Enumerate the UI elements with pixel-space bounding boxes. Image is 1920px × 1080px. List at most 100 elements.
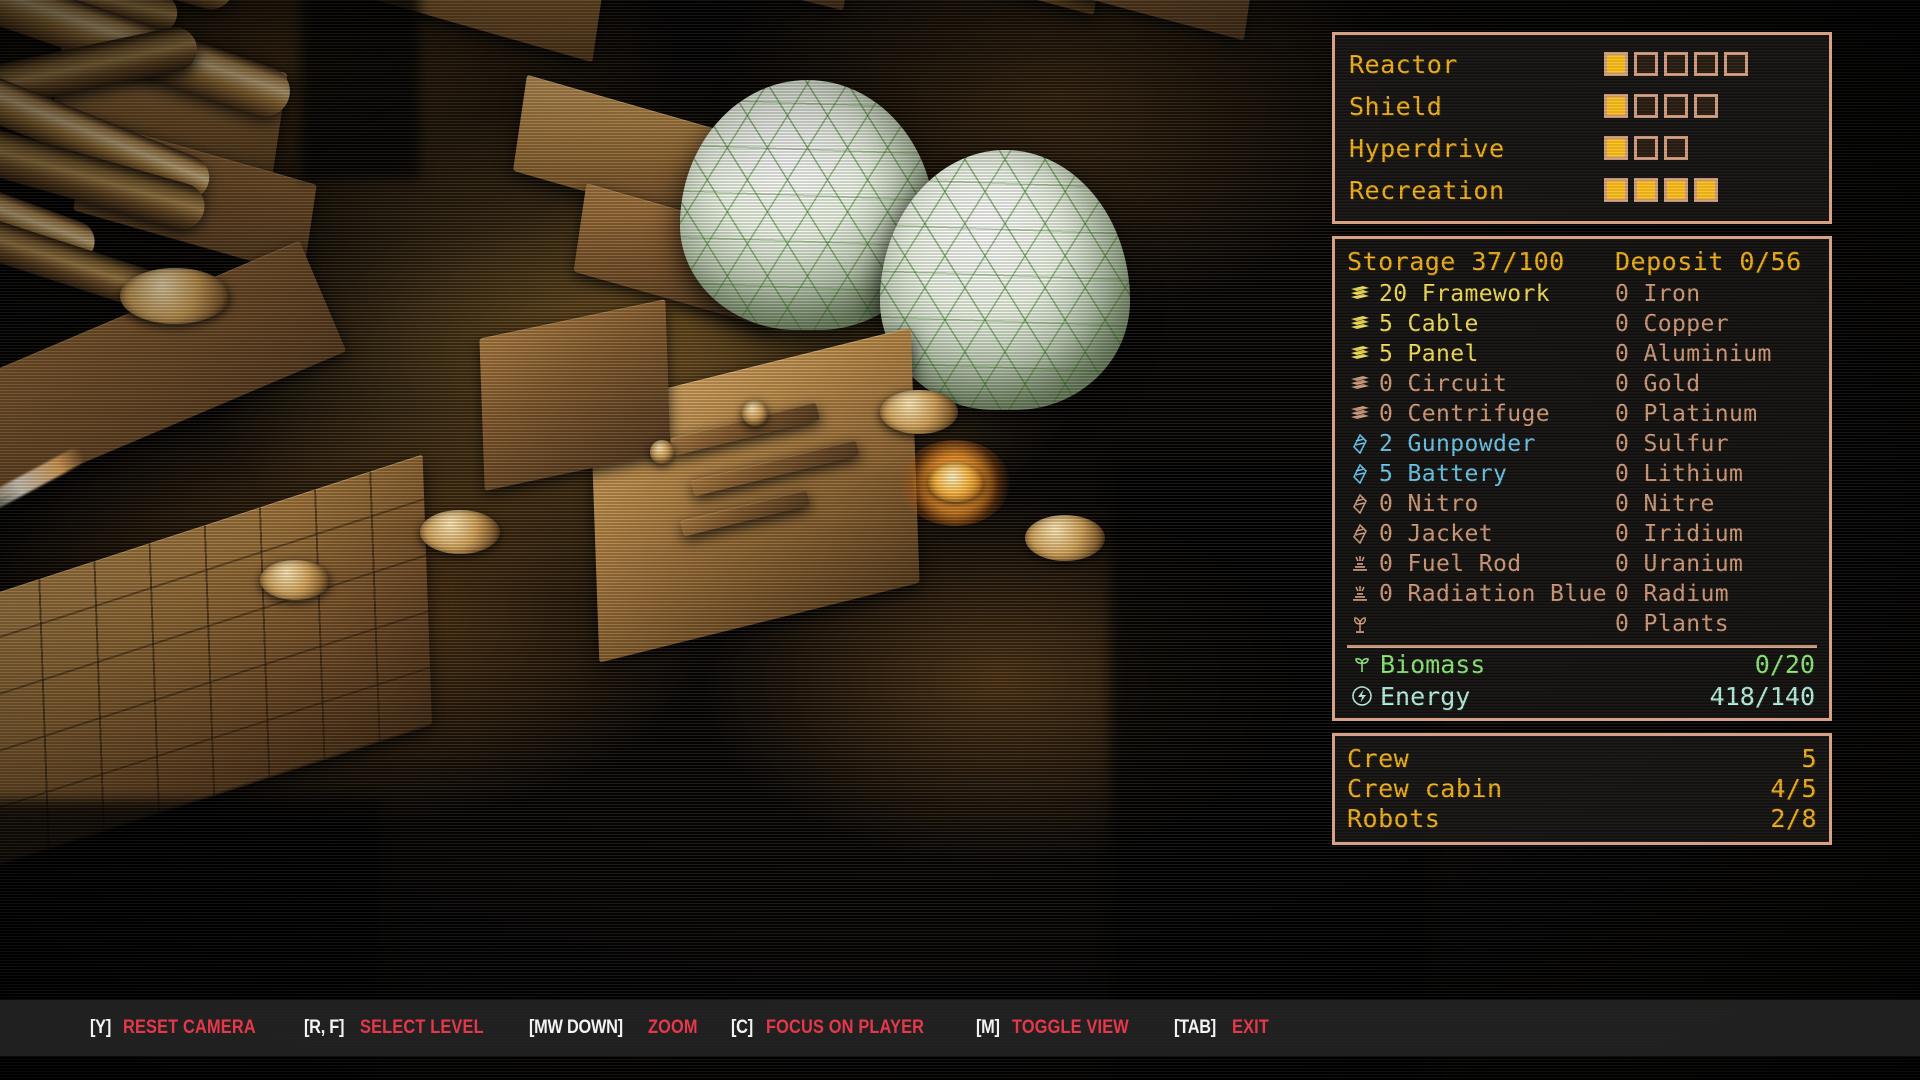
- deposit-item-label: 0 Copper: [1615, 311, 1729, 337]
- pip: [1634, 94, 1658, 118]
- crystal-icon: [1347, 523, 1373, 545]
- storage-list: 20 Framework 5 Cable 5 Panel 0 Circuit 0 Cen…: [1347, 279, 1615, 639]
- plates-icon: [1347, 343, 1373, 365]
- system-pips-shield: [1604, 94, 1718, 118]
- station-module: [893, 0, 1107, 16]
- station-module: [633, 0, 857, 11]
- storage-item-label: 0 Radiation Blue: [1379, 581, 1607, 607]
- system-row-reactor: Reactor: [1335, 43, 1829, 85]
- pip: [1634, 178, 1658, 202]
- deposit-item-label: 0 Gold: [1615, 371, 1701, 397]
- deposit-header: Deposit 0/56: [1615, 247, 1802, 276]
- robots-label: Robots: [1347, 803, 1441, 833]
- storage-item-label: 5 Cable: [1379, 311, 1479, 337]
- storage-item: [1347, 609, 1615, 639]
- robots-value: 2/8: [1770, 803, 1817, 833]
- storage-column: Storage 37/100 20 Framework 5 Cable 5 Pane…: [1347, 247, 1615, 639]
- sprout-icon: [1349, 654, 1375, 674]
- system-label: Recreation: [1349, 175, 1505, 205]
- plant-icon: [1347, 613, 1373, 635]
- hotkey-item[interactable]: [R, F] SELECT LEVEL: [304, 1017, 504, 1039]
- pip: [1634, 136, 1658, 160]
- deposit-item-label: 0 Iron: [1615, 281, 1701, 307]
- storage-item: 0 Nitro: [1347, 489, 1615, 519]
- deposit-column: Deposit 0/56 0 Iron 0 Copper 0 Aluminium 0 …: [1615, 247, 1817, 639]
- biomass-row: Biomass 0/20: [1347, 648, 1817, 680]
- storage-header: Storage 37/100: [1347, 247, 1565, 276]
- hotkey-bar: [Y] RESET CAMERA [R, F] SELECT LEVEL [MW DOW…: [0, 1000, 1920, 1056]
- storage-item-label: 5 Battery: [1379, 461, 1508, 487]
- deposit-item: 0 Gold: [1615, 369, 1817, 399]
- hatch: [420, 510, 500, 554]
- storage-panel: Storage 37/100 20 Framework 5 Cable 5 Pane…: [1332, 236, 1832, 721]
- plates-icon: [1347, 313, 1373, 335]
- hotkey-item[interactable]: [Y] RESET CAMERA: [90, 1017, 278, 1039]
- deposit-item: 0 Sulfur: [1615, 429, 1817, 459]
- hatch: [650, 440, 674, 464]
- deposit-item-label: 0 Radium: [1615, 581, 1729, 607]
- crew-row: Crew 5: [1347, 743, 1817, 773]
- radiation-icon: [1347, 553, 1373, 575]
- pip: [1634, 52, 1658, 76]
- pip: [1664, 52, 1688, 76]
- storage-item: 20 Framework: [1347, 279, 1615, 309]
- pip: [1694, 178, 1718, 202]
- deposit-list: 0 Iron 0 Copper 0 Aluminium 0 Gold 0 Platinu…: [1615, 279, 1817, 639]
- hotkey-item[interactable]: [MW DOWN] ZOOM: [529, 1017, 705, 1039]
- hud-overlay: Reactor Shield Hyperdrive Recreation Sto…: [1332, 32, 1832, 857]
- storage-item: 2 Gunpowder: [1347, 429, 1615, 459]
- system-pips-recreation: [1604, 178, 1718, 202]
- system-label: Reactor: [1349, 49, 1458, 79]
- plates-icon: [1347, 283, 1373, 305]
- deposit-item: 0 Aluminium: [1615, 339, 1817, 369]
- storage-item: 5 Cable: [1347, 309, 1615, 339]
- biomass-label: Biomass: [1380, 649, 1486, 679]
- hatch: [260, 560, 330, 600]
- deposit-item-label: 0 Uranium: [1615, 551, 1744, 577]
- hotkey-item[interactable]: [C] FOCUS ON PLAYER: [731, 1017, 949, 1039]
- hotkey-item[interactable]: [M] TOGGLE VIEW: [976, 1017, 1149, 1039]
- pip: [1604, 52, 1628, 76]
- storage-item: 0 Radiation Blue: [1347, 579, 1615, 609]
- pip: [1724, 52, 1748, 76]
- deposit-item: 0 Nitre: [1615, 489, 1817, 519]
- pip: [1694, 52, 1718, 76]
- energy-label: Energy: [1380, 681, 1471, 711]
- crew-panel: Crew 5 Crew cabin 4/5 Robots 2/8: [1332, 733, 1832, 845]
- crew-label: Crew: [1347, 743, 1410, 773]
- hatch: [742, 400, 768, 426]
- deposit-item: 0 Iron: [1615, 279, 1817, 309]
- pip: [1604, 178, 1628, 202]
- station-scene: [0, 0, 1430, 1080]
- crew-value: 5: [1801, 743, 1817, 773]
- reactor-core: [928, 462, 984, 502]
- lightning-icon: [1349, 685, 1375, 707]
- systems-panel: Reactor Shield Hyperdrive Recreation: [1332, 32, 1832, 224]
- plates-icon: [1347, 373, 1373, 395]
- system-row-hyperdrive: Hyperdrive: [1335, 127, 1829, 169]
- plates-icon: [1347, 403, 1373, 425]
- crew-cabin-row: Crew cabin 4/5: [1347, 773, 1817, 803]
- hatch: [120, 268, 230, 324]
- storage-item: 0 Jacket: [1347, 519, 1615, 549]
- hotkey-action: RESET CAMERA: [123, 1017, 257, 1038]
- system-pips-reactor: [1604, 52, 1748, 76]
- deposit-item: 0 Plants: [1615, 609, 1817, 639]
- system-pips-hyperdrive: [1604, 136, 1688, 160]
- system-row-shield: Shield: [1335, 85, 1829, 127]
- hatch: [880, 390, 958, 434]
- crew-cabin-label: Crew cabin: [1347, 773, 1503, 803]
- crystal-icon: [1347, 493, 1373, 515]
- deposit-item: 0 Radium: [1615, 579, 1817, 609]
- hotkey-item[interactable]: [TAB] EXIT: [1174, 1017, 1275, 1039]
- pip: [1694, 94, 1718, 118]
- scene-shadow: [300, 0, 420, 180]
- storage-item-label: 0 Centrifuge: [1379, 401, 1550, 427]
- radiation-icon: [1347, 583, 1373, 605]
- hotkey-key: [MW DOWN]: [529, 1017, 624, 1038]
- pip: [1664, 178, 1688, 202]
- storage-item-label: 5 Panel: [1379, 341, 1479, 367]
- energy-row: Energy 418/140: [1347, 680, 1817, 712]
- hotkey-action: EXIT: [1232, 1017, 1270, 1038]
- storage-item: 5 Panel: [1347, 339, 1615, 369]
